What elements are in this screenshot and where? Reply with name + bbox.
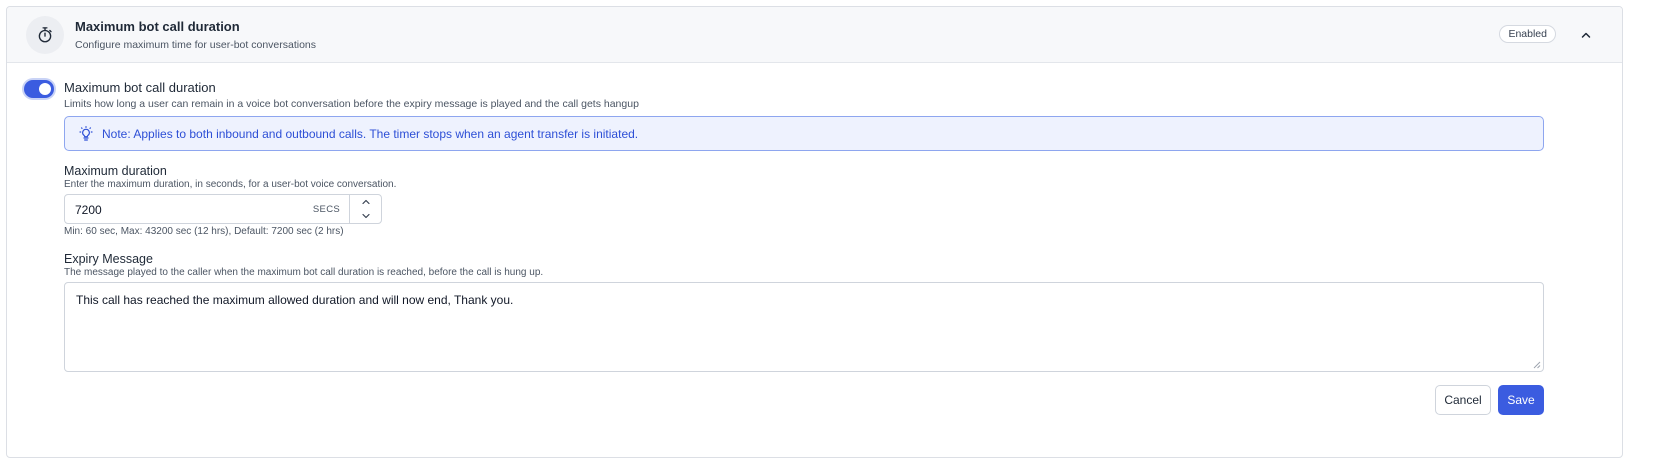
expiry-message-textarea[interactable]: This call has reached the maximum allowe… xyxy=(64,282,1544,372)
duration-label: Maximum duration xyxy=(64,164,167,178)
unit-label: SECS xyxy=(312,204,340,215)
card-subtitle: Configure maximum time for user-bot conv… xyxy=(75,39,317,51)
chevron-down-icon xyxy=(361,213,370,219)
card-header[interactable]: Maximum bot call duration Configure maxi… xyxy=(7,7,1622,63)
duration-value[interactable]: 7200 xyxy=(75,203,275,217)
setting-title: Maximum bot call duration xyxy=(64,80,216,95)
expiry-message-value[interactable]: This call has reached the maximum allowe… xyxy=(76,293,513,307)
note-banner: Note: Applies to both inbound and outbou… xyxy=(64,116,1544,151)
settings-card: Maximum bot call duration Configure maxi… xyxy=(6,6,1623,458)
duration-description: Enter the maximum duration, in seconds, … xyxy=(64,179,397,190)
duration-stepper xyxy=(349,195,381,223)
card-title: Maximum bot call duration xyxy=(75,19,240,34)
toggle-knob xyxy=(39,83,51,95)
setting-description: Limits how long a user can remain in a v… xyxy=(64,98,639,110)
lightbulb-icon xyxy=(79,126,93,141)
cancel-button[interactable]: Cancel xyxy=(1435,385,1491,415)
chevron-up-icon xyxy=(1581,32,1591,38)
resize-handle-icon[interactable] xyxy=(1533,361,1541,369)
save-button[interactable]: Save xyxy=(1498,385,1544,415)
increment-button[interactable] xyxy=(350,195,381,209)
enable-toggle[interactable] xyxy=(24,80,54,98)
expiry-description: The message played to the caller when th… xyxy=(64,267,544,278)
status-badge: Enabled xyxy=(1499,25,1556,43)
duration-hint: Min: 60 sec, Max: 43200 sec (12 hrs), De… xyxy=(64,226,344,237)
collapse-button[interactable] xyxy=(1576,25,1596,45)
decrement-button[interactable] xyxy=(350,209,381,223)
duration-input[interactable]: 7200 SECS xyxy=(64,194,382,224)
expiry-label: Expiry Message xyxy=(64,252,153,266)
stopwatch-icon xyxy=(26,16,64,54)
chevron-up-icon xyxy=(361,199,370,205)
note-text: Note: Applies to both inbound and outbou… xyxy=(102,127,639,141)
